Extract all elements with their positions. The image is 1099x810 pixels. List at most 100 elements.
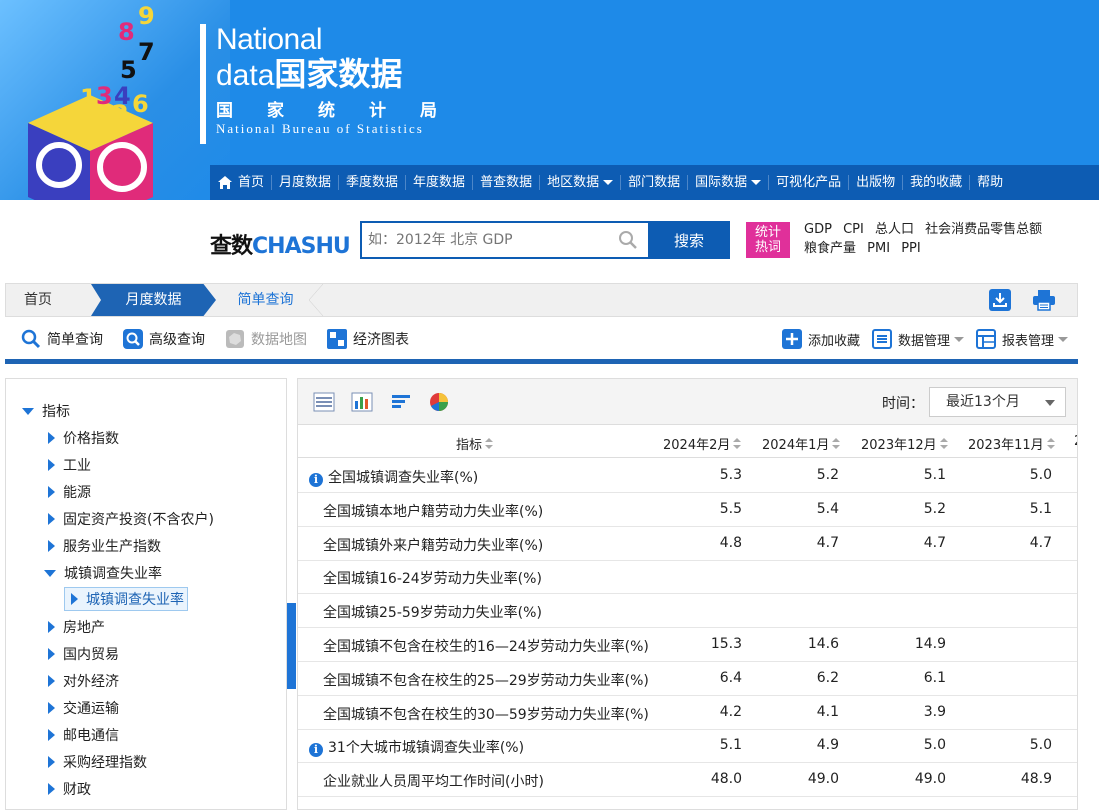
- nav-home[interactable]: 首页: [210, 175, 273, 190]
- bar-chart-icon[interactable]: [351, 391, 373, 413]
- data-map-button[interactable]: 数据地图: [225, 329, 307, 349]
- indicator-name[interactable]: 全国城镇不包含在校生的16—24岁劳动力失业率(%): [323, 636, 649, 656]
- nav-label: 部门数据: [628, 175, 681, 190]
- print-icon[interactable]: [1032, 289, 1056, 311]
- site-header: 9 8 7 5 1 3 4 2 6 National data国家数据 国家统计…: [0, 0, 1099, 200]
- tree-node[interactable]: 财政: [48, 779, 91, 799]
- tree-node[interactable]: 邮电通信: [48, 725, 119, 745]
- table-row[interactable]: 全国城镇不包含在校生的30—59岁劳动力失业率(%) 4.2 4.1 3.9: [298, 696, 1077, 730]
- indicator-name[interactable]: 全国城镇外来户籍劳动力失业率(%): [323, 535, 543, 555]
- tree-root[interactable]: 指标: [22, 401, 70, 421]
- table-cell-value: 3.9: [923, 703, 946, 720]
- search-button[interactable]: 搜索: [648, 221, 730, 259]
- nav-regional[interactable]: 地区数据: [540, 175, 622, 190]
- tree-node[interactable]: 能源: [48, 482, 91, 502]
- nav-annual[interactable]: 年度数据: [406, 175, 474, 190]
- toolbar-right: 添加收藏 数据管理 报表管理: [781, 329, 1068, 349]
- col-header-period[interactable]: 2: [1074, 434, 1077, 449]
- breadcrumb-home[interactable]: 首页: [24, 284, 52, 316]
- toolbar-divider: [5, 359, 1078, 364]
- hot-word-link[interactable]: 总人口: [875, 222, 914, 237]
- hot-word-link[interactable]: 社会消费品零售总额: [925, 222, 1042, 237]
- simple-query-button[interactable]: 简单查询: [21, 329, 103, 349]
- nav-monthly[interactable]: 月度数据: [272, 175, 340, 190]
- indicator-name[interactable]: i 31个大城市城镇调查失业率(%): [309, 737, 524, 758]
- table-cell-value: 6.1: [923, 669, 946, 686]
- table-row[interactable]: i 31个大城市城镇调查失业率(%) 5.1 4.9 5.0 5.0: [298, 729, 1077, 764]
- nav-favorites[interactable]: 我的收藏: [903, 175, 971, 190]
- breadcrumb-simple-query: 简单查询: [208, 284, 323, 316]
- col-header-period[interactable]: 2024年1月: [762, 434, 841, 453]
- tree-node[interactable]: 国内贸易: [48, 644, 119, 664]
- indicator-name[interactable]: 全国城镇不包含在校生的25—29岁劳动力失业率(%): [323, 670, 649, 690]
- tree-node[interactable]: 金融: [48, 806, 91, 809]
- hot-word-link[interactable]: 粮食产量: [804, 241, 856, 256]
- nav-quarterly[interactable]: 季度数据: [339, 175, 407, 190]
- tree-node-expanded[interactable]: 城镇调查失业率: [44, 563, 162, 583]
- indicator-name[interactable]: 全国城镇不包含在校生的30—59岁劳动力失业率(%): [323, 704, 649, 724]
- table-row[interactable]: 全国城镇不包含在校生的16—24岁劳动力失业率(%) 15.3 14.6 14.9: [298, 628, 1077, 662]
- tree-node[interactable]: 价格指数: [48, 428, 119, 448]
- pie-chart-icon[interactable]: [428, 391, 450, 413]
- tree-node[interactable]: 房地产: [48, 617, 105, 637]
- tree-node-label: 邮电通信: [63, 728, 119, 744]
- hot-word-link[interactable]: GDP: [804, 222, 832, 237]
- nav-international[interactable]: 国际数据: [688, 175, 770, 190]
- tree-node[interactable]: 工业: [48, 455, 91, 475]
- col-header-period[interactable]: 2023年12月: [861, 434, 948, 453]
- main-nav: 首页 月度数据 季度数据 年度数据 普查数据 地区数据 部门数据 国际数据 可视…: [210, 165, 1099, 200]
- time-range-value: 最近13个月: [946, 394, 1020, 410]
- col-header-indicator[interactable]: 指标: [456, 434, 494, 453]
- table-row[interactable]: 全国城镇不包含在校生的25—29岁劳动力失业率(%) 6.4 6.2 6.1: [298, 662, 1077, 696]
- hot-word-link[interactable]: CPI: [843, 222, 864, 237]
- info-icon[interactable]: i: [309, 473, 323, 487]
- time-range-select[interactable]: 最近13个月: [929, 387, 1066, 417]
- search-icon[interactable]: [618, 230, 638, 250]
- toolbar-label: 添加收藏: [807, 333, 860, 349]
- table-row[interactable]: i 全国城镇调查失业率(%) 5.3 5.2 5.1 5.0: [298, 459, 1077, 493]
- toolbar-label: 报表管理: [1001, 333, 1054, 349]
- advanced-query-button[interactable]: 高级查询: [123, 329, 205, 349]
- nav-help[interactable]: 帮助: [970, 175, 1010, 190]
- table-row[interactable]: 全国城镇外来户籍劳动力失业率(%) 4.8 4.7 4.7 4.7: [298, 527, 1077, 561]
- horizontal-bar-icon[interactable]: [390, 391, 412, 413]
- data-manage-button[interactable]: 数据管理: [871, 329, 964, 349]
- search-input[interactable]: [360, 221, 650, 259]
- tree-leaf-label: 城镇调查失业率: [86, 592, 184, 608]
- brand-logo[interactable]: National data国家数据 国家统计局 National Bureau …: [200, 24, 490, 144]
- col-header-period[interactable]: 2023年11月: [968, 434, 1055, 453]
- add-favorite-button[interactable]: 添加收藏: [781, 329, 860, 349]
- table-view-icon[interactable]: [313, 391, 335, 413]
- report-manage-button[interactable]: 报表管理: [975, 329, 1068, 349]
- tree-node[interactable]: 交通运输: [48, 698, 119, 718]
- hot-word-link[interactable]: PMI: [867, 241, 890, 256]
- magnifier-icon: [21, 329, 41, 349]
- indicator-name[interactable]: i 全国城镇调查失业率(%): [309, 467, 478, 487]
- tree-leaf-selected[interactable]: 城镇调查失业率: [64, 587, 188, 611]
- nav-department[interactable]: 部门数据: [621, 175, 689, 190]
- panel-splitter[interactable]: [287, 603, 296, 689]
- econ-chart-button[interactable]: 经济图表: [327, 329, 409, 349]
- table-row[interactable]: 全国城镇本地户籍劳动力失业率(%) 5.5 5.4 5.2 5.1: [298, 493, 1077, 527]
- tree-node[interactable]: 固定资产投资(不含农户): [48, 509, 214, 529]
- indicator-name[interactable]: 全国城镇16-24岁劳动力失业率(%): [323, 568, 542, 588]
- table-row[interactable]: 企业就业人员周平均工作时间(小时) 48.0 49.0 49.0 48.9: [298, 763, 1077, 798]
- indicator-name[interactable]: 企业就业人员周平均工作时间(小时): [323, 771, 544, 791]
- info-icon[interactable]: i: [309, 743, 323, 758]
- collapse-arrow-icon: [48, 702, 55, 714]
- col-header-period[interactable]: 2024年2月: [663, 434, 742, 453]
- table-row[interactable]: 全国城镇25-59岁劳动力失业率(%): [298, 594, 1077, 629]
- nav-visual-products[interactable]: 可视化产品: [769, 175, 850, 190]
- download-icon[interactable]: [989, 289, 1011, 311]
- hot-word-link[interactable]: PPI: [901, 241, 921, 256]
- indicator-name[interactable]: 全国城镇25-59岁劳动力失业率(%): [323, 602, 542, 622]
- tree-node[interactable]: 服务业生产指数: [48, 536, 161, 556]
- breadcrumb-monthly[interactable]: 月度数据: [91, 284, 216, 316]
- tree-node[interactable]: 采购经理指数: [48, 752, 147, 772]
- tree-node[interactable]: 对外经济: [48, 671, 119, 691]
- nav-census[interactable]: 普查数据: [473, 175, 541, 190]
- table-row[interactable]: 全国城镇16-24岁劳动力失业率(%): [298, 560, 1077, 595]
- nav-publications[interactable]: 出版物: [849, 175, 904, 190]
- indicator-label: 全国城镇不包含在校生的25—29岁劳动力失业率(%): [323, 672, 649, 689]
- indicator-name[interactable]: 全国城镇本地户籍劳动力失业率(%): [323, 501, 543, 521]
